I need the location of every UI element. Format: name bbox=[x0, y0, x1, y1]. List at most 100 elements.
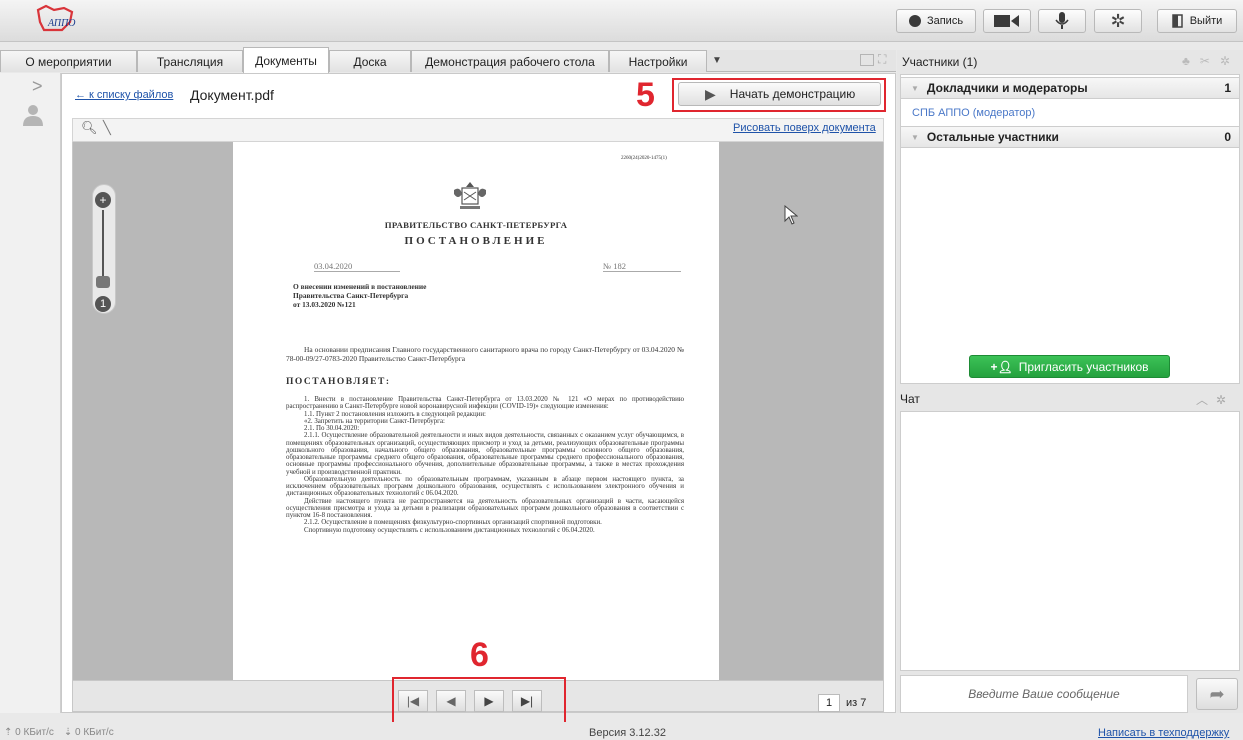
chat-title: Чат bbox=[900, 392, 920, 406]
participants-title: Участники (1) bbox=[902, 55, 978, 69]
pdf-government-title: ПРАВИТЕЛЬСТВО САНКТ-ПЕТЕРБУРГА bbox=[384, 220, 568, 230]
user-icon bbox=[22, 104, 44, 129]
group-speakers-count: 1 bbox=[1224, 81, 1231, 95]
microphone-icon bbox=[1055, 12, 1069, 29]
pen-icon[interactable]: ╲ bbox=[103, 120, 111, 136]
window-icon[interactable] bbox=[860, 54, 874, 66]
logo-icon: АППО bbox=[34, 4, 78, 34]
zoom-reset-icon[interactable]: 1 bbox=[95, 296, 111, 312]
version-label: Версия 3.12.32 bbox=[589, 727, 666, 739]
upload-rate: ⇡ 0 КБит/с bbox=[4, 727, 54, 738]
group-others-header[interactable]: ▼ Остальные участники 0 bbox=[900, 126, 1240, 148]
send-button[interactable]: ➦ bbox=[1196, 678, 1238, 710]
first-page-button[interactable]: |◀ bbox=[398, 690, 428, 712]
back-to-files-link[interactable]: ← к списку файлов bbox=[75, 89, 173, 101]
pdf-body-paragraph: 2.1.1. Осуществление образовательной дея… bbox=[286, 432, 684, 476]
group-speakers-header[interactable]: ▼ Докладчики и модераторы 1 bbox=[900, 77, 1240, 99]
zoom-track bbox=[102, 210, 104, 278]
tab-label: Доска bbox=[353, 54, 387, 69]
pdf-body-paragraph: «2. Запретить на территории Санкт-Петерб… bbox=[304, 417, 445, 425]
group-others-label: Остальные участники bbox=[926, 130, 1059, 144]
pdf-body-paragraph: 2.1.2. Осуществление в помещениях физкул… bbox=[304, 519, 602, 527]
tab-board[interactable]: Доска bbox=[329, 50, 411, 72]
start-demo-button[interactable]: ▶ Начать демонстрацию bbox=[678, 82, 881, 106]
mic-off-icon[interactable]: ✂ bbox=[1200, 54, 1220, 68]
prev-page-button[interactable]: ◀ bbox=[436, 690, 466, 712]
pdf-body-paragraph: 1.1. Пункт 2 постановления изложить в сл… bbox=[304, 410, 486, 418]
participants-gear-icon[interactable]: ✲ bbox=[1220, 54, 1240, 68]
pdf-body-paragraph: 1. Внести в постановление Правительства … bbox=[286, 396, 684, 411]
chat-gear-icon[interactable]: ✲ bbox=[1216, 393, 1234, 407]
draw-link-text: Рисовать поверх документа bbox=[733, 122, 876, 134]
group-others-count: 0 bbox=[1224, 130, 1231, 144]
last-page-button[interactable]: ▶| bbox=[512, 690, 542, 712]
start-demo-label: Начать демонстрацию bbox=[729, 87, 856, 101]
tab-broadcast[interactable]: Трансляция bbox=[137, 50, 243, 72]
camera-button[interactable] bbox=[983, 9, 1031, 33]
exit-button[interactable]: Выйти bbox=[1157, 9, 1237, 33]
tab-documents[interactable]: Документы bbox=[243, 47, 329, 73]
zoom-handle[interactable] bbox=[96, 276, 110, 288]
chevron-right-icon[interactable]: > bbox=[32, 76, 43, 97]
pdf-subject: О внесении изменений в постановление Пра… bbox=[293, 282, 426, 310]
record-icon bbox=[908, 15, 921, 27]
group-speakers-label: Докладчики и модераторы bbox=[926, 81, 1088, 95]
gear-icon: ✲ bbox=[1110, 10, 1126, 31]
page-total: из 7 bbox=[846, 697, 867, 709]
upload-value: 0 КБит/с bbox=[15, 727, 54, 738]
chat-input[interactable]: Введите Ваше сообщение bbox=[900, 675, 1188, 713]
pdf-body-paragraph: 2.1. По 30.04.2020: bbox=[304, 425, 360, 432]
chat-messages bbox=[900, 411, 1240, 671]
support-link-text: Написать в техподдержку bbox=[1098, 727, 1230, 739]
prev-page-icon: ◀ bbox=[446, 694, 456, 708]
cursor-icon bbox=[784, 204, 799, 228]
page-number-input[interactable]: 1 bbox=[818, 694, 840, 712]
tab-label: Документы bbox=[255, 53, 317, 68]
annotation-number-6: 6 bbox=[470, 636, 489, 674]
tab-desktop-demo[interactable]: Демонстрация рабочего стола bbox=[411, 50, 609, 72]
chat-tools: ︿✲ bbox=[1196, 391, 1234, 408]
pdf-decree-title: ПОСТАНОВЛЕНИЕ bbox=[404, 235, 548, 247]
microphone-button[interactable] bbox=[1038, 9, 1086, 33]
tabs-dropdown-icon[interactable]: ▼ bbox=[712, 55, 722, 66]
first-page-icon: |◀ bbox=[406, 694, 420, 708]
pdf-date: 03.04.2020 bbox=[314, 262, 400, 272]
svg-text:АППО: АППО bbox=[47, 18, 76, 29]
next-page-button[interactable]: ▶ bbox=[474, 690, 504, 712]
collapse-icon: ▼ bbox=[911, 83, 919, 93]
annotation-number-5: 5 bbox=[636, 76, 655, 114]
invite-participants-button[interactable]: +👤︎ Пригласить участников bbox=[969, 355, 1170, 378]
zoom-in-icon[interactable]: + bbox=[95, 192, 111, 208]
left-strip bbox=[0, 73, 61, 713]
pdf-body-paragraph: Образовательную деятельность по образова… bbox=[286, 475, 684, 498]
pdf-intro: На основании предписания Главного госуда… bbox=[286, 345, 684, 363]
tab-label: О мероприятии bbox=[25, 54, 112, 69]
pdf-subject-line: от 13.03.2020 №121 bbox=[293, 299, 356, 309]
invite-label: Пригласить участников bbox=[1018, 359, 1149, 374]
pdf-number: № 182 bbox=[603, 262, 681, 272]
bandwidth-indicator: ⇡ 0 КБит/с ⇣ 0 КБит/с bbox=[4, 727, 114, 738]
tab-label: Трансляция bbox=[156, 54, 224, 69]
pdf-body: 1. Внести в постановление Правительства … bbox=[286, 396, 684, 534]
fullscreen-icon[interactable]: ⛶ bbox=[878, 52, 886, 67]
back-link-text: ← к списку файлов bbox=[75, 89, 174, 101]
download-value: 0 КБит/с bbox=[75, 727, 114, 738]
draw-on-document-link[interactable]: Рисовать поверх документа bbox=[733, 122, 876, 134]
support-link[interactable]: Написать в техподдержку bbox=[1098, 727, 1229, 739]
raise-hand-icon[interactable]: ♣ bbox=[1182, 54, 1200, 68]
chevron-up-icon[interactable]: ︿ bbox=[1196, 393, 1216, 407]
zoom-icon[interactable]: 🔍︎ bbox=[81, 120, 98, 136]
send-arrow-icon: ➦ bbox=[1209, 683, 1225, 704]
participant-item[interactable]: СПБ АППО (модератор) bbox=[912, 107, 1035, 119]
chat-header: Чат bbox=[900, 389, 1243, 409]
pdf-body-paragraph: Действие настоящего пункта не распростра… bbox=[286, 497, 684, 520]
tab-label: Настройки bbox=[628, 54, 688, 69]
participants-tools: ♣✂✲ bbox=[1182, 54, 1240, 68]
record-button[interactable]: Запись bbox=[896, 9, 976, 33]
play-icon: ▶ bbox=[705, 85, 716, 102]
upload-icon: ⇡ bbox=[4, 727, 16, 738]
settings-button[interactable]: ✲ bbox=[1094, 9, 1142, 33]
tab-about[interactable]: О мероприятии bbox=[0, 50, 137, 72]
tab-settings[interactable]: Настройки bbox=[609, 50, 707, 72]
next-page-icon: ▶ bbox=[484, 694, 494, 708]
